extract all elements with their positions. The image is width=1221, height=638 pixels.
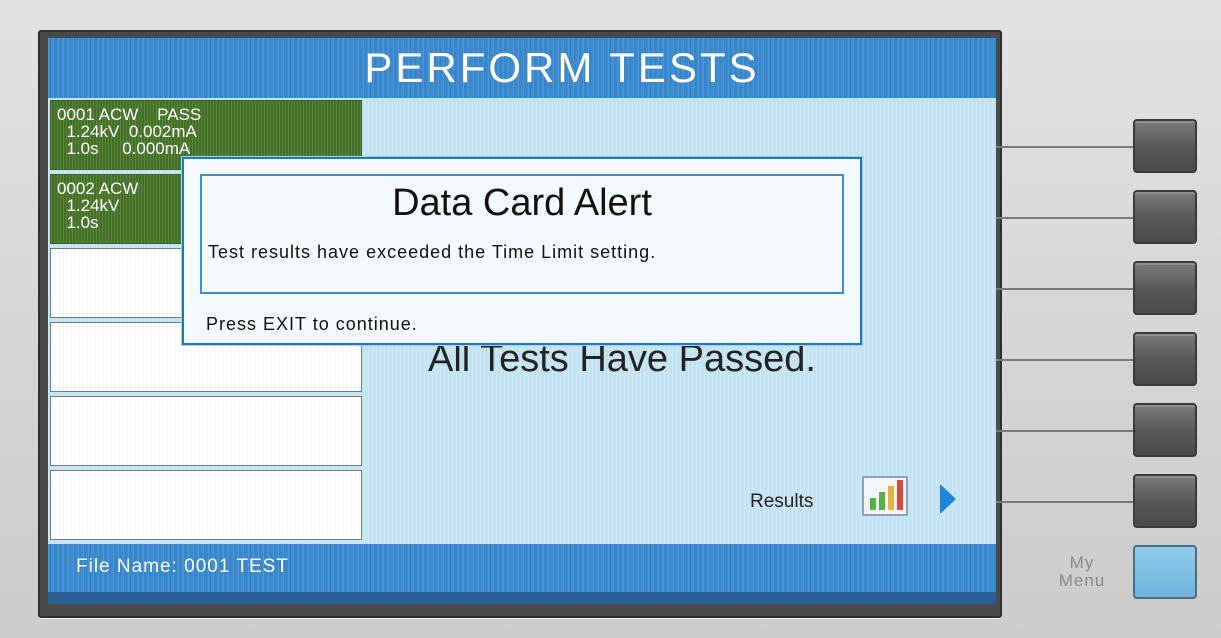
softkey-5-leader <box>996 430 1136 432</box>
instrument-front-panel: PERFORM TESTS 0001 ACW PASS 1.24kV 0.002… <box>0 0 1221 638</box>
header-bar: PERFORM TESTS <box>48 38 996 98</box>
test-step-empty-5[interactable] <box>50 396 362 466</box>
footer-bar: File Name: 0001 TEST <box>48 544 996 592</box>
data-card-alert-dialog: Data Card Alert Test results have exceed… <box>182 157 862 345</box>
dialog-content-box: Data Card Alert Test results have exceed… <box>200 174 844 294</box>
test-step-2-line3: 1.0s <box>57 213 99 232</box>
softkey-1-leader <box>996 146 1136 148</box>
test-step-empty-6[interactable] <box>50 470 362 540</box>
softkey-1[interactable] <box>1133 119 1197 173</box>
softkey-2[interactable] <box>1133 190 1197 244</box>
page-title: PERFORM TESTS <box>364 44 760 91</box>
dialog-hint: Press EXIT to continue. <box>206 314 418 334</box>
softkey-3[interactable] <box>1133 261 1197 315</box>
my-menu-label-line2: Menu <box>1058 571 1106 590</box>
softkey-3-leader <box>996 288 1136 290</box>
file-name-label: File Name: 0001 TEST <box>76 556 289 577</box>
triangle-right-icon[interactable] <box>938 482 958 516</box>
test-step-2-line1: 0002 ACW <box>57 179 139 198</box>
softkey-4-leader <box>996 359 1136 361</box>
softkey-6[interactable] <box>1133 474 1197 528</box>
test-step-1-line3: 1.0s 0.000mA <box>57 139 191 158</box>
results-label[interactable]: Results <box>750 491 813 513</box>
my-menu-button[interactable] <box>1133 545 1197 599</box>
softkey-6-leader <box>996 501 1136 503</box>
my-menu-label-line1: My <box>1069 553 1095 572</box>
test-step-1-line2: 1.24kV 0.002mA <box>57 122 197 141</box>
softkey-5[interactable] <box>1133 403 1197 457</box>
softkey-4[interactable] <box>1133 332 1197 386</box>
dialog-message: Test results have exceeded the Time Limi… <box>208 242 657 262</box>
footer-edge <box>48 592 996 604</box>
test-step-2-line2: 1.24kV <box>57 196 120 215</box>
bar-chart-icon[interactable] <box>862 476 908 516</box>
dialog-title: Data Card Alert <box>392 182 652 224</box>
softkey-2-leader <box>996 217 1136 219</box>
my-menu-label: My Menu <box>1052 554 1112 590</box>
test-step-1-line1: 0001 ACW PASS <box>57 105 202 124</box>
